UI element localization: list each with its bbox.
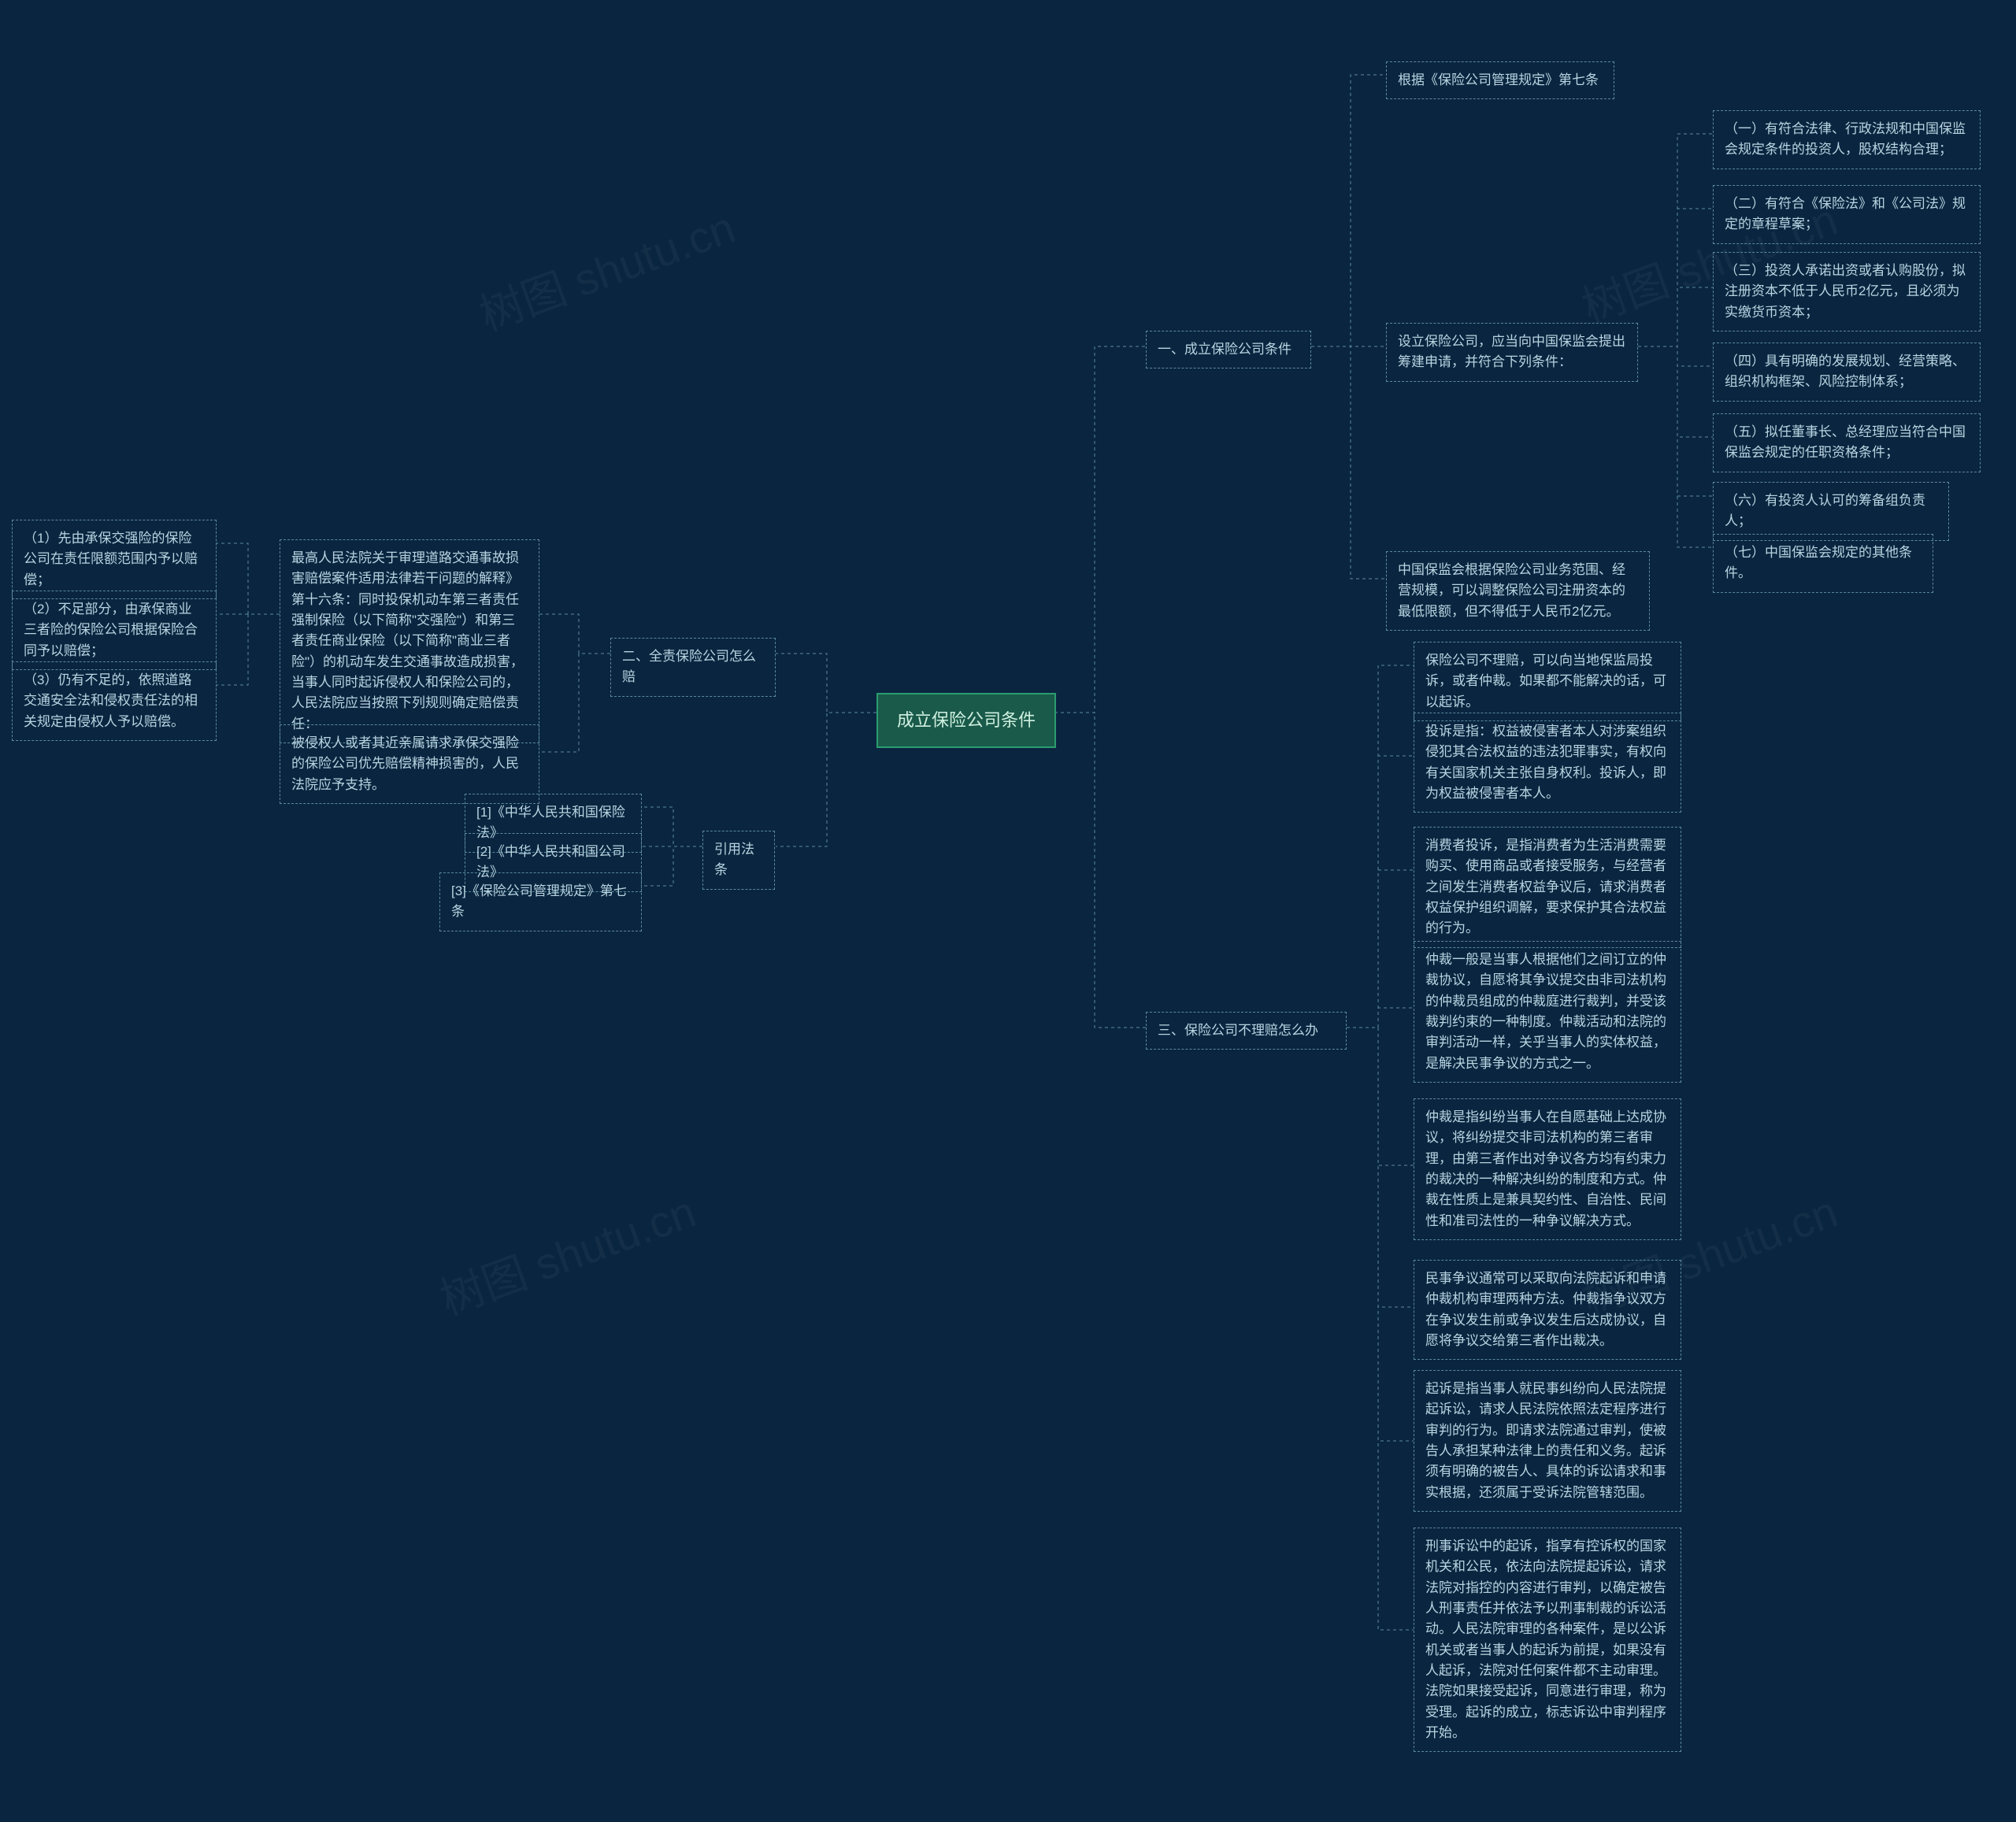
b3-c8[interactable]: 刑事诉讼中的起诉，指享有控诉权的国家机关和公民，依法向法院提起诉讼，请求法院对指… <box>1414 1528 1681 1752</box>
b2-c1[interactable]: 最高人民法院关于审理道路交通事故损害赔偿案件适用法律若干问题的解释》第十六条：同… <box>280 539 539 743</box>
b1-c2-d2[interactable]: （二）有符合《保险法》和《公司法》规定的章程草案； <box>1713 185 1981 244</box>
branch-2[interactable]: 二、全责保险公司怎么赔 <box>610 638 776 697</box>
b1-c2[interactable]: 设立保险公司，应当向中国保监会提出筹建申请，并符合下列条件： <box>1386 323 1638 382</box>
b3-c3[interactable]: 消费者投诉，是指消费者为生活消费需要购买、使用商品或者接受服务，与经营者之间发生… <box>1414 827 1681 948</box>
b3-c1[interactable]: 保险公司不理赔，可以向当地保监局投诉，或者仲裁。如果都不能解决的话，可以起诉。 <box>1414 642 1681 721</box>
b2-c1-d2[interactable]: （2）不足部分，由承保商业三者险的保险公司根据保险合同予以赔偿； <box>12 591 217 670</box>
b2-c1-d3[interactable]: （3）仍有不足的，依照道路交通安全法和侵权责任法的相关规定由侵权人予以赔偿。 <box>12 661 217 741</box>
b3-c7[interactable]: 起诉是指当事人就民事纠纷向人民法院提起诉讼，请求人民法院依照法定程序进行审判的行… <box>1414 1370 1681 1512</box>
b1-c2-d5[interactable]: （五）拟任董事长、总经理应当符合中国保监会规定的任职资格条件； <box>1713 413 1981 472</box>
b3-c4[interactable]: 仲裁一般是当事人根据他们之间订立的仲裁协议，自愿将其争议提交由非司法机构的仲裁员… <box>1414 941 1681 1083</box>
watermark: 树图 shutu.cn <box>430 1176 703 1328</box>
b1-c3[interactable]: 中国保监会根据保险公司业务范围、经营规模，可以调整保险公司注册资本的最低限额，但… <box>1386 551 1650 631</box>
root-node[interactable]: 成立保险公司条件 <box>876 693 1056 748</box>
b3-c2[interactable]: 投诉是指：权益被侵害者本人对涉案组织侵犯其合法权益的违法犯罪事实，有权向有关国家… <box>1414 713 1681 813</box>
b4-c3[interactable]: [3]《保险公司管理规定》第七条 <box>439 872 642 931</box>
b1-c2-d1[interactable]: （一）有符合法律、行政法规和中国保监会规定条件的投资人，股权结构合理； <box>1713 110 1981 169</box>
b1-c2-d4[interactable]: （四）具有明确的发展规划、经营策略、组织机构框架、风险控制体系； <box>1713 343 1981 402</box>
b1-c2-d7[interactable]: （七）中国保监会规定的其他条件。 <box>1713 534 1933 593</box>
branch-3[interactable]: 三、保险公司不理赔怎么办 <box>1146 1012 1347 1050</box>
b3-c5[interactable]: 仲裁是指纠纷当事人在自愿基础上达成协议，将纠纷提交非司法机构的第三者审理，由第三… <box>1414 1098 1681 1240</box>
b2-c1-d1[interactable]: （1）先由承保交强险的保险公司在责任限额范围内予以赔偿； <box>12 520 217 599</box>
branch-1[interactable]: 一、成立保险公司条件 <box>1146 331 1311 368</box>
b3-c6[interactable]: 民事争议通常可以采取向法院起诉和申请仲裁机构审理两种方法。仲裁指争议双方在争议发… <box>1414 1260 1681 1360</box>
branch-4[interactable]: 引用法条 <box>702 831 775 890</box>
b1-c2-d3[interactable]: （三）投资人承诺出资或者认购股份，拟注册资本不低于人民币2亿元，且必须为实缴货币… <box>1713 252 1981 331</box>
b2-c2[interactable]: 被侵权人或者其近亲属请求承保交强险的保险公司优先赔偿精神损害的，人民法院应予支持… <box>280 724 539 804</box>
b1-c2-d6[interactable]: （六）有投资人认可的筹备组负责人； <box>1713 482 1949 541</box>
watermark: 树图 shutu.cn <box>469 192 743 343</box>
b1-c1[interactable]: 根据《保险公司管理规定》第七条 <box>1386 61 1614 99</box>
